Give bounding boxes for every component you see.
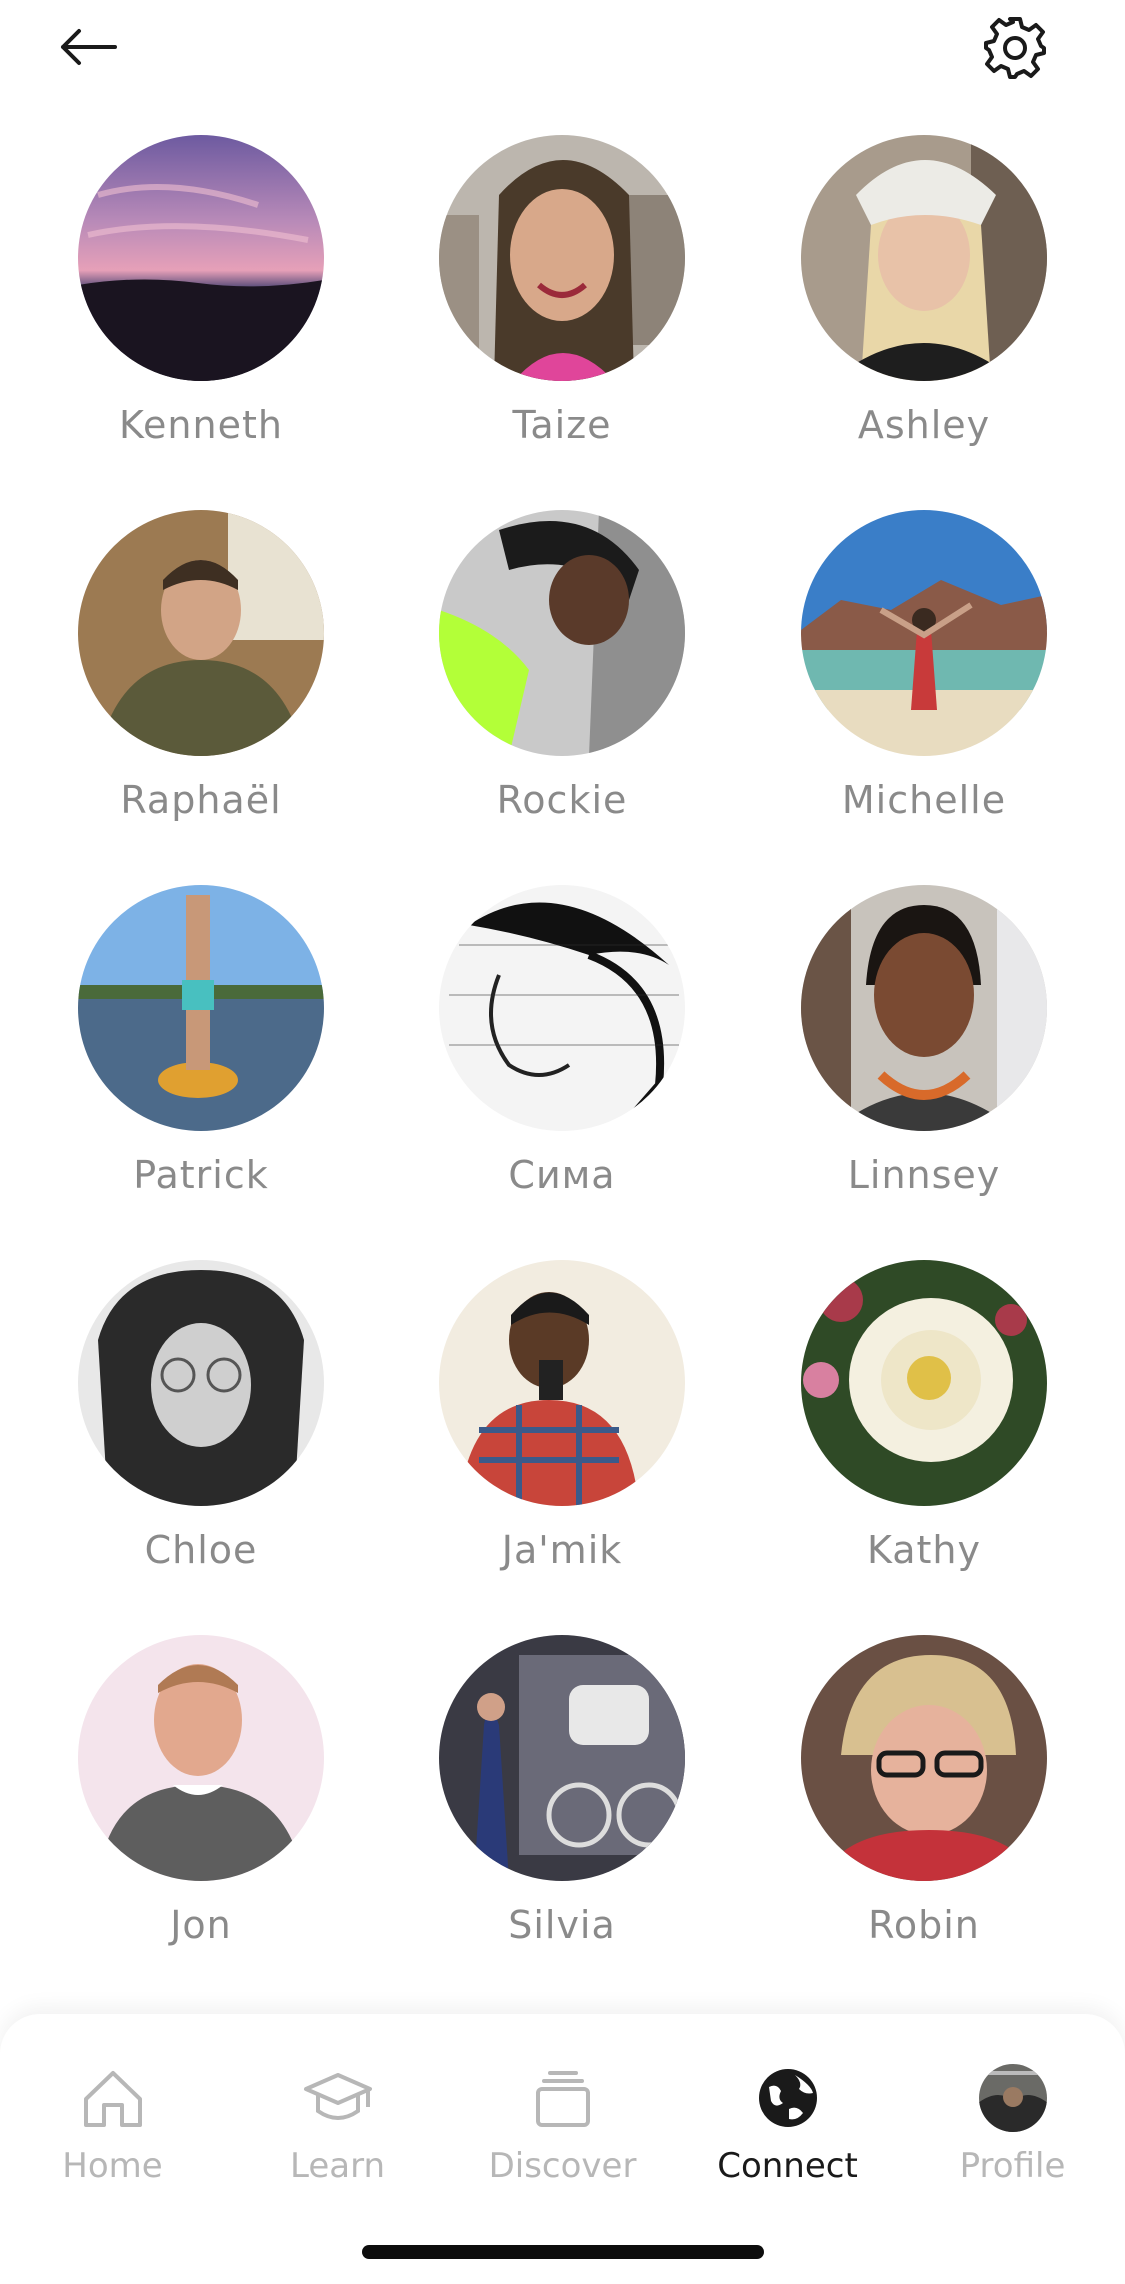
avatar-photo [78,1635,324,1881]
avatar [78,510,324,756]
person-name: Michelle [841,778,1007,822]
person-card[interactable]: Ashley [774,135,1074,475]
settings-button[interactable] [975,10,1055,86]
avatar [801,885,1047,1131]
person-name: Raphaël [120,778,282,822]
tab-home[interactable]: Home [0,2054,225,2204]
avatar-photo [801,1260,1047,1506]
person-card[interactable]: Chloe [51,1260,351,1600]
avatar [78,885,324,1131]
stack-icon [536,2071,590,2127]
avatar [439,885,685,1131]
home-icon [84,2071,142,2127]
person-name: Kathy [866,1528,981,1572]
top-bar [0,0,1125,110]
avatar-photo [439,135,685,381]
person-name: Robin [868,1903,980,1947]
avatar [801,1635,1047,1881]
avatar-photo [801,1635,1047,1881]
gear-icon [984,17,1046,79]
avatar-photo [439,510,685,756]
person-card[interactable]: Сима [412,885,712,1225]
graduation-cap-icon [304,2073,372,2120]
avatar [801,1260,1047,1506]
back-button[interactable] [52,14,124,80]
person-name: Taize [512,403,612,447]
person-card[interactable]: Linnsey [774,885,1074,1225]
person-name: Linnsey [847,1153,1001,1197]
arrow-left-icon [61,29,117,65]
person-name: Kenneth [119,403,283,447]
avatar-photo [439,1635,685,1881]
avatar-photo [78,510,324,756]
tab-learn[interactable]: Learn [225,2054,450,2204]
avatar-photo [439,1260,685,1506]
avatar-photo [801,885,1047,1131]
person-card[interactable]: Silvia [412,1635,712,1975]
tab-label: Profile [959,2146,1066,2186]
person-card[interactable]: Kenneth [51,135,351,475]
person-card[interactable]: Patrick [51,885,351,1225]
avatar [78,1260,324,1506]
avatar-photo [78,885,324,1131]
avatar [439,1635,685,1881]
person-name: Jon [170,1903,232,1947]
home-indicator [362,2245,764,2259]
avatar [439,135,685,381]
tab-label: Home [62,2146,163,2186]
person-card[interactable]: Robin [774,1635,1074,1975]
avatar [801,135,1047,381]
avatar-photo [78,1260,324,1506]
person-card[interactable]: Ja'mik [412,1260,712,1600]
avatar [439,1260,685,1506]
person-card[interactable]: Rockie [412,510,712,850]
tab-label: Discover [488,2146,637,2186]
person-name: Сима [508,1153,616,1197]
person-name: Ja'mik [501,1528,623,1572]
avatar-photo [439,885,685,1131]
avatar [78,135,324,381]
avatar [439,510,685,756]
avatar-photo [78,135,324,381]
tab-label: Connect [717,2146,858,2186]
person-card[interactable]: Raphaël [51,510,351,850]
person-name: Silvia [508,1903,616,1947]
tab-discover[interactable]: Discover [450,2054,675,2204]
tab-profile[interactable]: Profile [900,2054,1125,2204]
avatar [801,510,1047,756]
person-name: Chloe [144,1528,258,1572]
person-name: Ashley [857,403,991,447]
profile-avatar-icon [979,2064,1047,2132]
bottom-tab-bar: Home Learn Discover Connect Profile [0,2014,1125,2284]
avatar [78,1635,324,1881]
person-card[interactable]: Jon [51,1635,351,1975]
tab-connect[interactable]: Connect [675,2054,900,2204]
person-name: Rockie [496,778,628,822]
person-card[interactable]: Taize [412,135,712,475]
person-card[interactable]: Kathy [774,1260,1074,1600]
avatar-photo [801,135,1047,381]
globe-icon [759,2069,817,2127]
person-name: Patrick [133,1153,269,1197]
avatar-photo [801,510,1047,756]
tab-label: Learn [289,2146,386,2186]
person-card[interactable]: Michelle [774,510,1074,850]
